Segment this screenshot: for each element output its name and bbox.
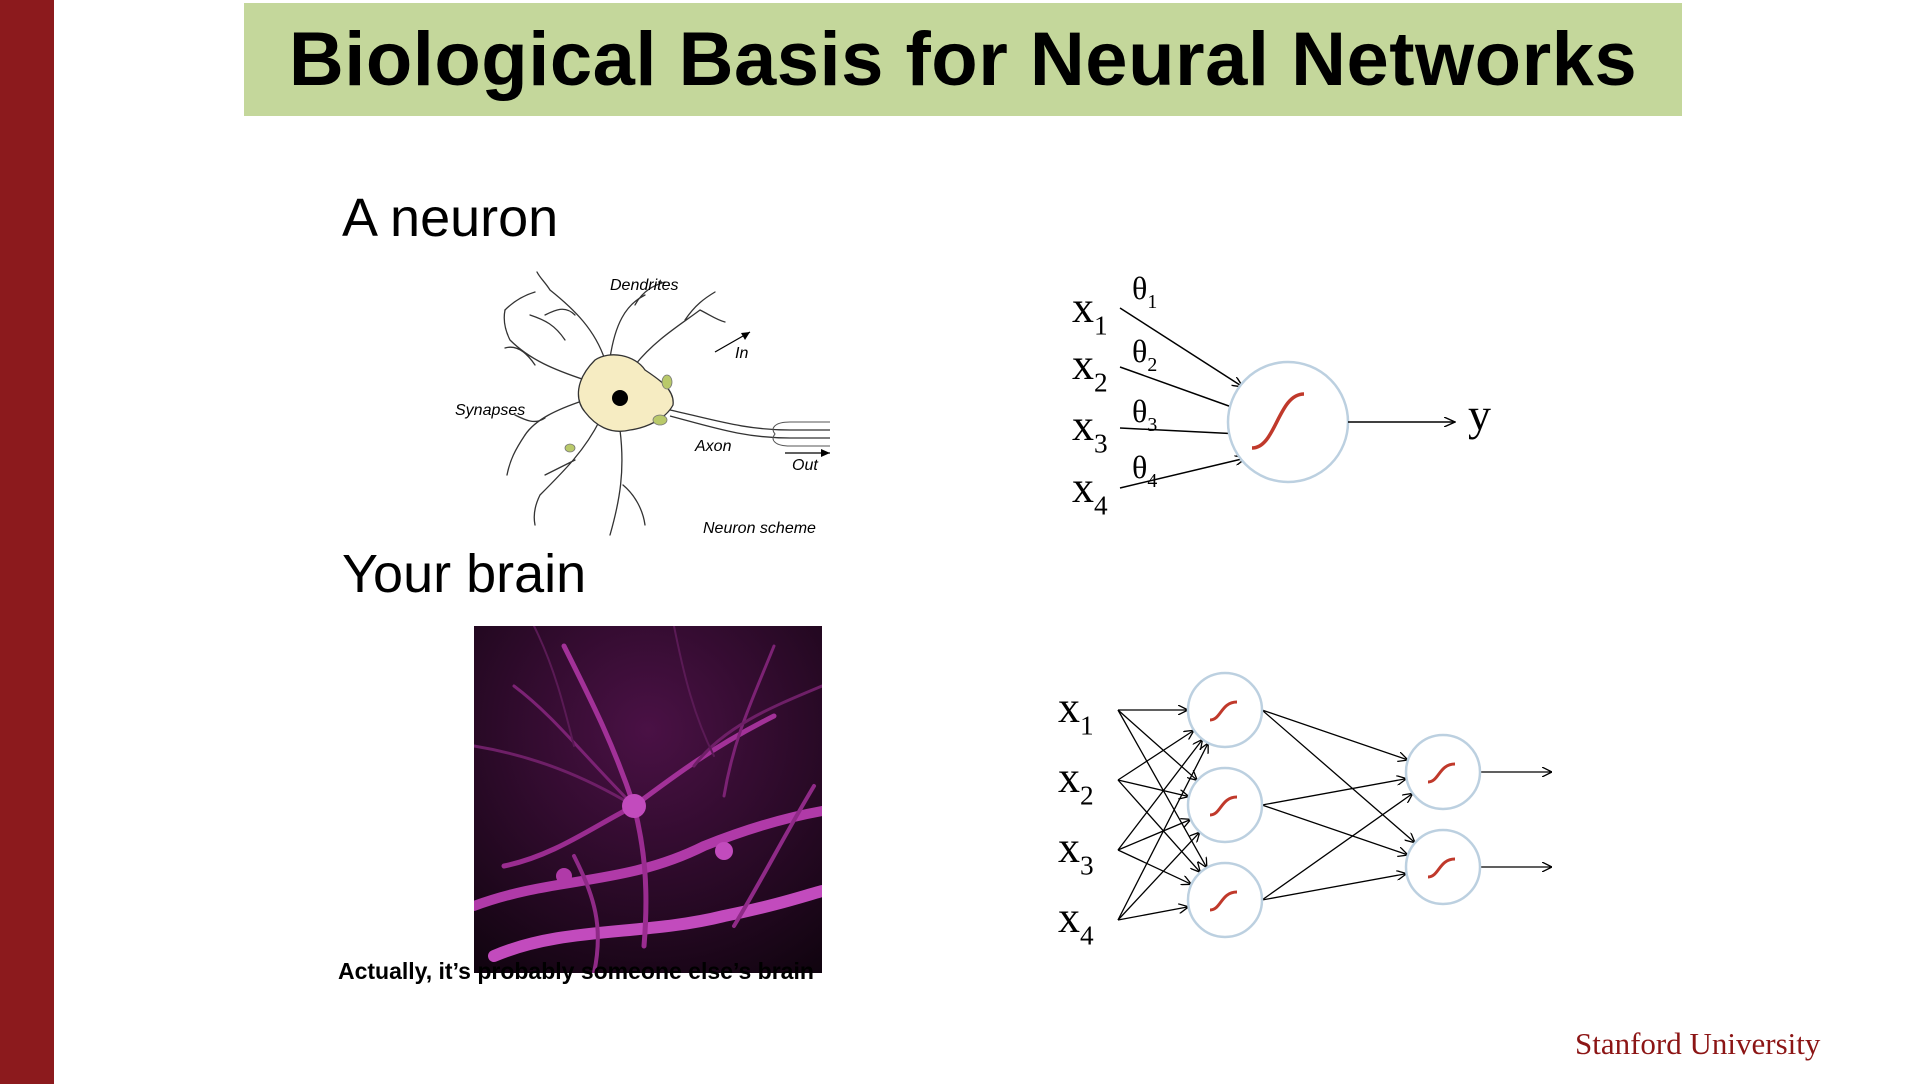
label-neuron-scheme: Neuron scheme [703, 520, 816, 537]
edge-hidden-output [1261, 709, 1408, 760]
single-neuron-diagram: x1θ1x2θ2x3θ3x4θ4 y [1072, 270, 1491, 520]
input-x4: x4 [1072, 463, 1108, 520]
output-node [1404, 828, 1482, 906]
label-synapses: Synapses [455, 402, 525, 419]
input-x1: x1 [1072, 283, 1108, 340]
label-dendrites: Dendrites [610, 277, 678, 294]
hidden-node [1186, 766, 1264, 844]
weight-theta1: θ1 [1132, 270, 1157, 313]
output-node [1404, 733, 1482, 811]
brain-caption: Actually, it’s probably someone else’s b… [338, 958, 814, 984]
heading-neuron: A neuron [342, 188, 559, 248]
label-axon: Axon [694, 438, 732, 455]
heading-brain: Your brain [342, 544, 587, 604]
weight-theta2: θ2 [1132, 333, 1157, 376]
network-diagram: x1 x2 x3 x4 [1058, 671, 1552, 950]
input-x3: x3 [1072, 401, 1108, 458]
side-bar [0, 0, 54, 1084]
net-input-x1: x1 [1058, 683, 1094, 740]
weight-theta4: θ4 [1132, 449, 1157, 492]
hidden-node [1186, 671, 1264, 749]
title-box: Biological Basis for Neural Networks [244, 3, 1682, 116]
neuron-illustration: Dendrites Synapses Axon In Out Neuron sc… [455, 271, 830, 537]
hidden-node [1186, 861, 1264, 939]
weight-edge [1119, 427, 1240, 434]
edge-hidden-output [1261, 779, 1407, 806]
output-y: y [1468, 389, 1491, 440]
edge-hidden-output [1261, 709, 1415, 843]
edge-input-hidden [1117, 779, 1189, 797]
stanford-logo: Stanford University [1575, 1026, 1821, 1061]
net-input-x4: x4 [1058, 893, 1094, 950]
label-in: In [735, 345, 748, 362]
edge-input-hidden [1117, 709, 1197, 780]
net-input-x2: x2 [1058, 753, 1094, 810]
edge-input-hidden [1117, 849, 1191, 884]
input-x2: x2 [1072, 340, 1108, 397]
neuron-node [1226, 360, 1350, 484]
edge-input-hidden [1117, 730, 1194, 781]
slide: Biological Basis for Neural Networks A n… [0, 0, 1930, 1084]
edge-hidden-output [1261, 874, 1407, 901]
edge-hidden-output [1261, 793, 1413, 901]
label-out: Out [792, 457, 818, 474]
slide-title: Biological Basis for Neural Networks [288, 17, 1638, 102]
edge-input-hidden [1117, 779, 1200, 872]
brain-photo [474, 626, 822, 973]
net-input-x3: x3 [1058, 823, 1094, 880]
